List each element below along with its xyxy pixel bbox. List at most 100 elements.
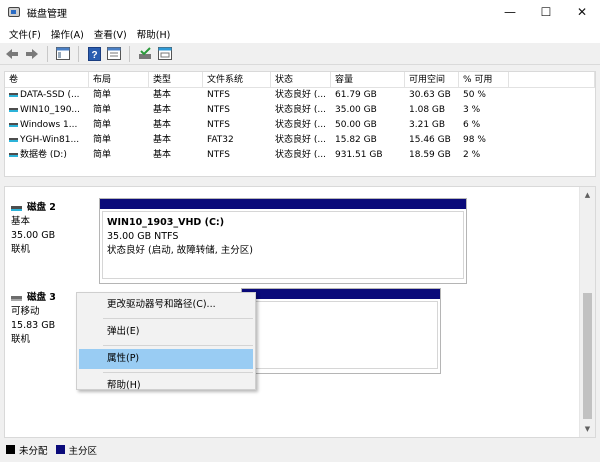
- back-arrow-icon[interactable]: [4, 46, 20, 62]
- table-row[interactable]: YGH-Win81... 简单 基本 FAT32 状态良好 (... 15.82…: [5, 133, 595, 148]
- legend: 未分配 主分区: [4, 441, 596, 458]
- window-title: 磁盘管理: [27, 8, 67, 20]
- cell-capacity: 35.00 GB: [335, 105, 377, 115]
- menu-separator: [103, 372, 253, 373]
- disk-2-status: 联机: [11, 244, 31, 255]
- cell-free-space: 15.46 GB: [409, 135, 451, 145]
- unallocated-swatch: [6, 445, 15, 454]
- properties-icon[interactable]: [106, 46, 122, 62]
- menu-item-eject[interactable]: 弹出(E): [79, 322, 253, 342]
- cell-free-space: 18.59 GB: [409, 150, 451, 160]
- primary-partition-bar: [242, 289, 440, 299]
- toolbar-separator: [129, 45, 130, 62]
- disk-3-name: 磁盘 3: [27, 292, 56, 303]
- cell-capacity: 15.82 GB: [335, 135, 377, 145]
- cell-layout: 简单: [93, 120, 112, 130]
- primary-partition-swatch: [55, 445, 65, 454]
- cell-volume: YGH-Win81...: [20, 135, 80, 145]
- volume-icon: [9, 122, 18, 127]
- cell-percent-free: 6 %: [463, 120, 481, 130]
- cell-type: 基本: [153, 90, 172, 100]
- column-header-volume[interactable]: 卷: [5, 72, 89, 87]
- scroll-down-icon[interactable]: ▼: [580, 421, 595, 437]
- partition-c[interactable]: WIN10_1903_VHD (C:) 35.00 GB NTFS 状态良好 (…: [99, 198, 467, 284]
- primary-partition-bar: [100, 199, 466, 209]
- close-button[interactable]: ✕: [564, 0, 600, 24]
- legend-unallocated: 未分配: [19, 445, 48, 457]
- cell-status: 状态良好 (...: [275, 105, 326, 115]
- cell-free-space: 1.08 GB: [409, 105, 446, 115]
- cell-status: 状态良好 (...: [275, 120, 326, 130]
- minimize-button[interactable]: —: [492, 0, 528, 24]
- cell-layout: 简单: [93, 105, 112, 115]
- menu-action[interactable]: 操作(A): [46, 27, 89, 41]
- menu-view[interactable]: 查看(V): [89, 27, 132, 41]
- cell-filesystem: FAT32: [207, 135, 234, 145]
- volume-list: 卷 布局 类型 文件系统 状态 容量 可用空间 % 可用 DATA-SSD (.…: [4, 71, 596, 177]
- window-controls: — ☐ ✕: [492, 0, 600, 24]
- cell-type: 基本: [153, 105, 172, 115]
- disk-2-label[interactable]: 磁盘 2 基本 35.00 GB 联机: [11, 201, 97, 257]
- table-row[interactable]: 数据卷 (D:) 简单 基本 NTFS 状态良好 (... 931.51 GB …: [5, 148, 595, 163]
- cell-free-space: 30.63 GB: [409, 90, 451, 100]
- scrollbar-thumb[interactable]: [583, 293, 592, 419]
- cell-layout: 简单: [93, 150, 112, 160]
- volume-icon: [9, 107, 18, 112]
- console-tree-icon[interactable]: [55, 46, 71, 62]
- toolbar: ?: [0, 43, 600, 65]
- cell-percent-free: 50 %: [463, 90, 486, 100]
- table-row[interactable]: Windows 1... 简单 基本 NTFS 状态良好 (... 50.00 …: [5, 118, 595, 133]
- cell-volume: 数据卷 (D:): [20, 150, 67, 160]
- maximize-button[interactable]: ☐: [528, 0, 564, 24]
- cell-percent-free: 98 %: [463, 135, 486, 145]
- volume-icon: [9, 152, 18, 157]
- menu-item-change-drive-letter[interactable]: 更改驱动器号和路径(C)...: [79, 295, 253, 315]
- help-icon[interactable]: ?: [86, 46, 102, 62]
- cell-percent-free: 2 %: [463, 150, 481, 160]
- menu-bar: 文件(F) 操作(A) 查看(V) 帮助(H): [0, 24, 600, 43]
- cell-volume: Windows 1...: [20, 120, 78, 130]
- disk-check-icon[interactable]: [137, 46, 153, 62]
- title-bar: 磁盘管理 — ☐ ✕: [0, 0, 600, 24]
- disk-2-size: 35.00 GB: [11, 230, 56, 241]
- disk-2-name: 磁盘 2: [27, 202, 56, 213]
- window-icon[interactable]: [157, 46, 173, 62]
- legend-primary: 主分区: [68, 445, 98, 457]
- menu-item-properties[interactable]: 属性(P): [79, 349, 253, 369]
- volume-list-header: 卷 布局 类型 文件系统 状态 容量 可用空间 % 可用: [5, 72, 595, 88]
- cell-type: 基本: [153, 150, 172, 160]
- column-header-free-space[interactable]: 可用空间: [405, 72, 459, 87]
- menu-item-help[interactable]: 帮助(H): [79, 376, 253, 396]
- column-header-filesystem[interactable]: 文件系统: [203, 72, 271, 87]
- forward-arrow-icon[interactable]: [24, 46, 40, 62]
- vertical-scrollbar[interactable]: ▲ ▼: [579, 187, 595, 437]
- column-header-capacity[interactable]: 容量: [331, 72, 405, 87]
- column-header-layout[interactable]: 布局: [89, 72, 149, 87]
- cell-capacity: 50.00 GB: [335, 120, 377, 130]
- cell-capacity: 931.51 GB: [335, 150, 383, 160]
- table-row[interactable]: WIN10_190... 简单 基本 NTFS 状态良好 (... 35.00 …: [5, 103, 595, 118]
- cell-filesystem: NTFS: [207, 90, 230, 100]
- removable-disk-icon: [11, 295, 22, 301]
- volume-icon: [9, 92, 18, 97]
- cell-volume: WIN10_190...: [20, 105, 80, 115]
- cell-layout: 简单: [93, 90, 112, 100]
- column-header-type[interactable]: 类型: [149, 72, 203, 87]
- context-menu: 更改驱动器号和路径(C)... 弹出(E) 属性(P) 帮助(H): [76, 292, 256, 391]
- scroll-up-icon[interactable]: ▲: [580, 187, 595, 203]
- volume-icon: [9, 137, 18, 142]
- disk-management-icon: [8, 7, 20, 17]
- cell-capacity: 61.79 GB: [335, 90, 377, 100]
- column-header-status[interactable]: 状态: [271, 72, 331, 87]
- table-row[interactable]: DATA-SSD (... 简单 基本 NTFS 状态良好 (... 61.79…: [5, 88, 595, 103]
- menu-file[interactable]: 文件(F): [4, 27, 46, 41]
- partition-c-body: WIN10_1903_VHD (C:) 35.00 GB NTFS 状态良好 (…: [102, 211, 464, 279]
- disk-2-type: 基本: [11, 216, 31, 227]
- partition-disk-3[interactable]: [241, 288, 441, 374]
- column-header-percent-free[interactable]: % 可用: [459, 72, 509, 87]
- cell-type: 基本: [153, 120, 172, 130]
- menu-help[interactable]: 帮助(H): [132, 27, 176, 41]
- cell-filesystem: NTFS: [207, 105, 230, 115]
- partition-disk-3-body: [244, 301, 438, 369]
- cell-status: 状态良好 (...: [275, 150, 326, 160]
